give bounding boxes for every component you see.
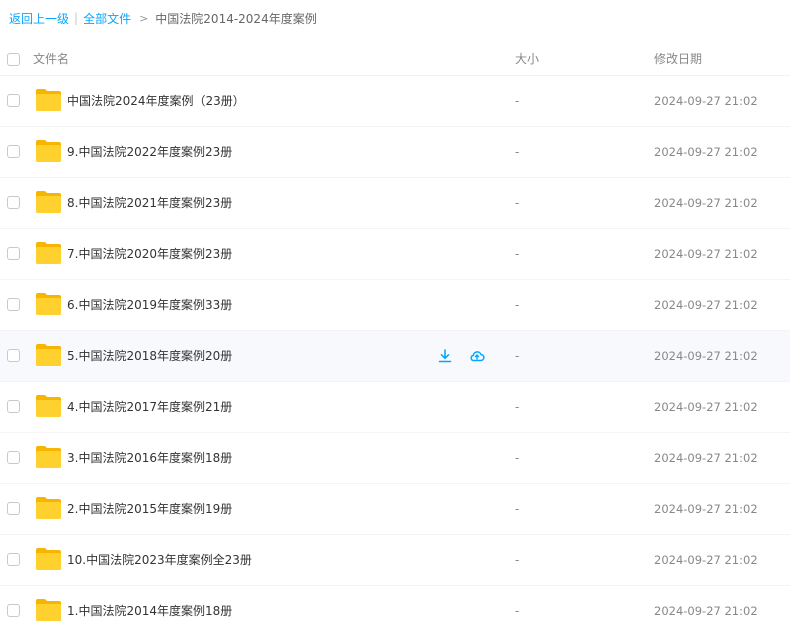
modified-time: 2024-09-27 21:02 xyxy=(654,400,758,414)
table-row[interactable]: 中国法院2024年度案例（23册） - 2024-09-27 21:02 xyxy=(0,76,790,127)
file-size: - xyxy=(515,502,520,516)
folder-icon xyxy=(36,140,61,162)
table-row[interactable]: 8.中国法院2021年度案例23册 - 2024-09-27 21:02 xyxy=(0,178,790,229)
table-row[interactable]: 6.中国法院2019年度案例33册 - 2024-09-27 21:02 xyxy=(0,280,790,331)
breadcrumb: 返回上一级 | 全部文件 > 中国法院2014-2024年度案例 xyxy=(9,10,317,26)
file-list-header: 文件名 大小 修改日期 xyxy=(0,42,790,76)
modified-time: 2024-09-27 21:02 xyxy=(654,196,758,210)
file-name[interactable]: 7.中国法院2020年度案例23册 xyxy=(67,246,232,262)
table-row[interactable]: 9.中国法院2022年度案例23册 - 2024-09-27 21:02 xyxy=(0,127,790,178)
table-row[interactable]: 2.中国法院2015年度案例19册 - 2024-09-27 21:02 xyxy=(0,484,790,535)
folder-icon xyxy=(36,344,61,366)
folder-icon xyxy=(36,446,61,468)
file-size: - xyxy=(515,247,520,261)
modified-time: 2024-09-27 21:02 xyxy=(654,604,758,618)
row-checkbox[interactable] xyxy=(7,196,20,209)
file-list: 文件名 大小 修改日期 中国法院2024年度案例（23册） - 2024-09-27… xyxy=(0,42,790,633)
file-size: - xyxy=(515,349,520,363)
row-checkbox[interactable] xyxy=(7,145,20,158)
modified-time: 2024-09-27 21:02 xyxy=(654,298,758,312)
file-size: - xyxy=(515,604,520,618)
row-checkbox[interactable] xyxy=(7,451,20,464)
modified-time: 2024-09-27 21:02 xyxy=(654,553,758,567)
file-size: - xyxy=(515,451,520,465)
folder-icon xyxy=(36,548,61,570)
file-size: - xyxy=(515,94,520,108)
file-name[interactable]: 3.中国法院2016年度案例18册 xyxy=(67,450,232,466)
all-files-link[interactable]: 全部文件 xyxy=(83,10,131,27)
folder-icon xyxy=(36,191,61,213)
modified-time: 2024-09-27 21:02 xyxy=(654,349,758,363)
file-size: - xyxy=(515,196,520,210)
column-header-modified[interactable]: 修改日期 xyxy=(654,50,702,67)
table-row[interactable]: 4.中国法院2017年度案例21册 - 2024-09-27 21:02 xyxy=(0,382,790,433)
column-header-size[interactable]: 大小 xyxy=(515,50,539,67)
row-checkbox[interactable] xyxy=(7,502,20,515)
row-checkbox[interactable] xyxy=(7,604,20,617)
file-name[interactable]: 2.中国法院2015年度案例19册 xyxy=(67,501,232,517)
row-checkbox[interactable] xyxy=(7,553,20,566)
folder-icon xyxy=(36,497,61,519)
cloud-upload-icon[interactable] xyxy=(469,348,485,364)
modified-time: 2024-09-27 21:02 xyxy=(654,94,758,108)
modified-time: 2024-09-27 21:02 xyxy=(654,502,758,516)
file-name[interactable]: 4.中国法院2017年度案例21册 xyxy=(67,399,232,415)
table-row[interactable]: 10.中国法院2023年度案例全23册 - 2024-09-27 21:02 xyxy=(0,535,790,586)
file-name[interactable]: 5.中国法院2018年度案例20册 xyxy=(67,348,232,364)
file-name[interactable]: 10.中国法院2023年度案例全23册 xyxy=(67,552,252,568)
row-checkbox[interactable] xyxy=(7,94,20,107)
select-all-checkbox[interactable] xyxy=(7,53,20,66)
file-size: - xyxy=(515,298,520,312)
folder-icon xyxy=(36,599,61,621)
breadcrumb-arrow: > xyxy=(139,11,149,25)
folder-icon xyxy=(36,395,61,417)
column-header-name[interactable]: 文件名 xyxy=(33,50,69,67)
file-name[interactable]: 1.中国法院2014年度案例18册 xyxy=(67,603,232,619)
file-name[interactable]: 中国法院2024年度案例（23册） xyxy=(67,93,245,109)
file-name[interactable]: 9.中国法院2022年度案例23册 xyxy=(67,144,232,160)
file-name[interactable]: 8.中国法院2021年度案例23册 xyxy=(67,195,232,211)
row-checkbox[interactable] xyxy=(7,247,20,260)
table-row[interactable]: 5.中国法院2018年度案例20册 - 2024-09-27 21:02 xyxy=(0,331,790,382)
file-size: - xyxy=(515,400,520,414)
table-row[interactable]: 1.中国法院2014年度案例18册 - 2024-09-27 21:02 xyxy=(0,586,790,633)
folder-icon xyxy=(36,242,61,264)
back-link[interactable]: 返回上一级 xyxy=(9,10,69,27)
file-size: - xyxy=(515,553,520,567)
file-size: - xyxy=(515,145,520,159)
row-checkbox[interactable] xyxy=(7,298,20,311)
download-icon[interactable] xyxy=(437,348,453,364)
breadcrumb-separator: | xyxy=(74,11,79,25)
file-name[interactable]: 6.中国法院2019年度案例33册 xyxy=(67,297,232,313)
modified-time: 2024-09-27 21:02 xyxy=(654,247,758,261)
table-row[interactable]: 7.中国法院2020年度案例23册 - 2024-09-27 21:02 xyxy=(0,229,790,280)
row-checkbox[interactable] xyxy=(7,400,20,413)
row-checkbox[interactable] xyxy=(7,349,20,362)
table-row[interactable]: 3.中国法院2016年度案例18册 - 2024-09-27 21:02 xyxy=(0,433,790,484)
modified-time: 2024-09-27 21:02 xyxy=(654,451,758,465)
current-folder-title: 中国法院2014-2024年度案例 xyxy=(155,11,317,26)
folder-icon xyxy=(36,89,61,111)
folder-icon xyxy=(36,293,61,315)
modified-time: 2024-09-27 21:02 xyxy=(654,145,758,159)
